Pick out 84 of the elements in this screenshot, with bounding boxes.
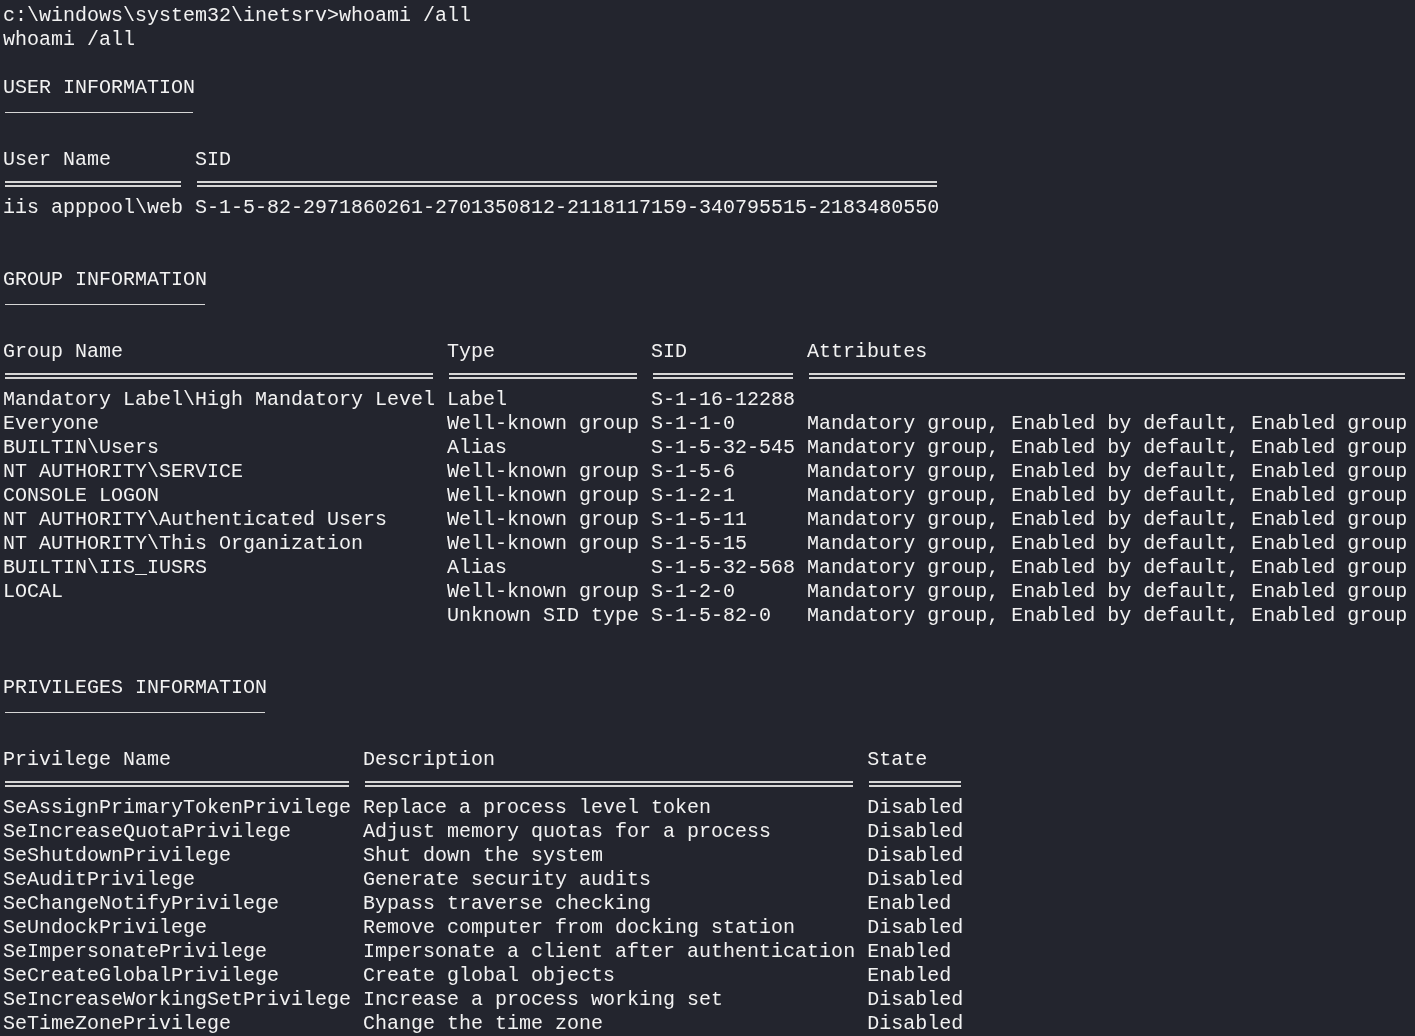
- privilege-description: Shut down the system: [363, 844, 604, 868]
- section-heading: GROUP INFORMATION: [3, 268, 208, 292]
- group-attributes: Mandatory group, Enabled by default, Enabled group: [807, 460, 1408, 484]
- column-header: Type: [447, 340, 496, 364]
- sid-text: S-1-2-1: [651, 484, 736, 508]
- group-type: Well-known group: [447, 412, 640, 436]
- privilege-name: SeImpersonatePrivilege: [3, 940, 268, 964]
- privilege-description: Impersonate a client after authentication: [363, 940, 856, 964]
- group-name: LOCAL: [3, 580, 63, 604]
- sid-text: S-1-5-32-545: [651, 436, 796, 460]
- privilege-description: Replace a process level token: [363, 796, 712, 820]
- sid-text: S-1-5-82-0: [651, 604, 772, 628]
- sid-text: S-1-5-11: [651, 508, 748, 532]
- privilege-state: Disabled: [867, 1012, 964, 1036]
- group-type: Alias: [447, 556, 508, 580]
- privilege-state: Disabled: [867, 916, 964, 940]
- privilege-name: SeChangeNotifyPrivilege: [3, 892, 280, 916]
- privilege-name: SeUndockPrivilege: [3, 916, 208, 940]
- privilege-description: Change the time zone: [363, 1012, 604, 1036]
- privilege-name: SeTimeZonePrivilege: [3, 1012, 232, 1036]
- privilege-name: SeShutdownPrivilege: [3, 844, 232, 868]
- group-attributes: Mandatory group, Enabled by default, Enabled group: [807, 532, 1408, 556]
- group-name: BUILTIN\IIS_IUSRS: [3, 556, 208, 580]
- group-type: Well-known group: [447, 508, 640, 532]
- privilege-state: Enabled: [867, 964, 952, 988]
- group-attributes: Mandatory group, Enabled by default, Enabled group: [807, 508, 1408, 532]
- privilege-state: Disabled: [867, 844, 964, 868]
- privilege-description: Increase a process working set: [363, 988, 724, 1012]
- group-type: Unknown SID type: [447, 604, 640, 628]
- group-type: Alias: [447, 436, 508, 460]
- privilege-name: SeAuditPrivilege: [3, 868, 196, 892]
- group-type: Well-known group: [447, 532, 640, 556]
- privilege-description: Remove computer from docking station: [363, 916, 796, 940]
- sid-text: S-1-2-0: [651, 580, 736, 604]
- group-type: Well-known group: [447, 460, 640, 484]
- privilege-state: Disabled: [867, 796, 964, 820]
- privilege-state: Disabled: [867, 820, 964, 844]
- privilege-description: Adjust memory quotas for a process: [363, 820, 772, 844]
- group-name: NT AUTHORITY\SERVICE: [3, 460, 244, 484]
- column-header: Group Name: [3, 340, 124, 364]
- group-type: Well-known group: [447, 580, 640, 604]
- group-type: Well-known group: [447, 484, 640, 508]
- column-header: SID: [651, 340, 688, 364]
- privilege-name: SeIncreaseQuotaPrivilege: [3, 820, 292, 844]
- group-name: CONSOLE LOGON: [3, 484, 160, 508]
- privilege-description: Bypass traverse checking: [363, 892, 652, 916]
- command-echo: whoami /all: [3, 28, 136, 52]
- group-name: Everyone: [3, 412, 99, 436]
- user-name: iis apppool\web: [3, 196, 184, 220]
- group-type: Label: [447, 388, 508, 412]
- sid-text: S-1-5-82-2971860261-2701350812-2118117159-340795515-2183480550: [195, 196, 940, 220]
- sid-text: S-1-1-0: [651, 412, 736, 436]
- privilege-name: SeAssignPrimaryTokenPrivilege: [3, 796, 352, 820]
- group-name: NT AUTHORITY\This Organization: [3, 532, 364, 556]
- column-header: Attributes: [807, 340, 928, 364]
- sid-text: S-1-5-32-568: [651, 556, 796, 580]
- column-header: Privilege Name: [3, 748, 172, 772]
- column-header: User Name: [3, 148, 112, 172]
- column-header: Description: [363, 748, 496, 772]
- group-name: BUILTIN\Users: [3, 436, 160, 460]
- privilege-description: Generate security audits: [363, 868, 652, 892]
- group-attributes: Mandatory group, Enabled by default, Enabled group: [807, 484, 1408, 508]
- privilege-state: Disabled: [867, 988, 964, 1012]
- group-name: NT AUTHORITY\Authenticated Users: [3, 508, 388, 532]
- privilege-state: Enabled: [867, 940, 952, 964]
- privilege-name: SeIncreaseWorkingSetPrivilege: [3, 988, 352, 1012]
- group-attributes: Mandatory group, Enabled by default, Enabled group: [807, 556, 1408, 580]
- sid-text: S-1-5-15: [651, 532, 748, 556]
- privilege-description: Create global objects: [363, 964, 616, 988]
- group-name: Mandatory Label\High Mandatory Level: [3, 388, 436, 412]
- privilege-name: SeCreateGlobalPrivilege: [3, 964, 280, 988]
- group-attributes: Mandatory group, Enabled by default, Enabled group: [807, 604, 1408, 628]
- group-attributes: Mandatory group, Enabled by default, Enabled group: [807, 436, 1408, 460]
- group-attributes: Mandatory group, Enabled by default, Enabled group: [807, 412, 1408, 436]
- command-line: c:\windows\system32\inetsrv>whoami /all: [3, 4, 472, 28]
- section-heading: USER INFORMATION: [3, 76, 196, 100]
- column-header: SID: [195, 148, 232, 172]
- sid-text: S-1-5-6: [651, 460, 736, 484]
- privilege-state: Enabled: [867, 892, 952, 916]
- group-attributes: Mandatory group, Enabled by default, Enabled group: [807, 580, 1408, 604]
- sid-text: S-1-16-12288: [651, 388, 796, 412]
- privilege-state: Disabled: [867, 868, 964, 892]
- column-header: State: [867, 748, 928, 772]
- section-heading: PRIVILEGES INFORMATION: [3, 676, 268, 700]
